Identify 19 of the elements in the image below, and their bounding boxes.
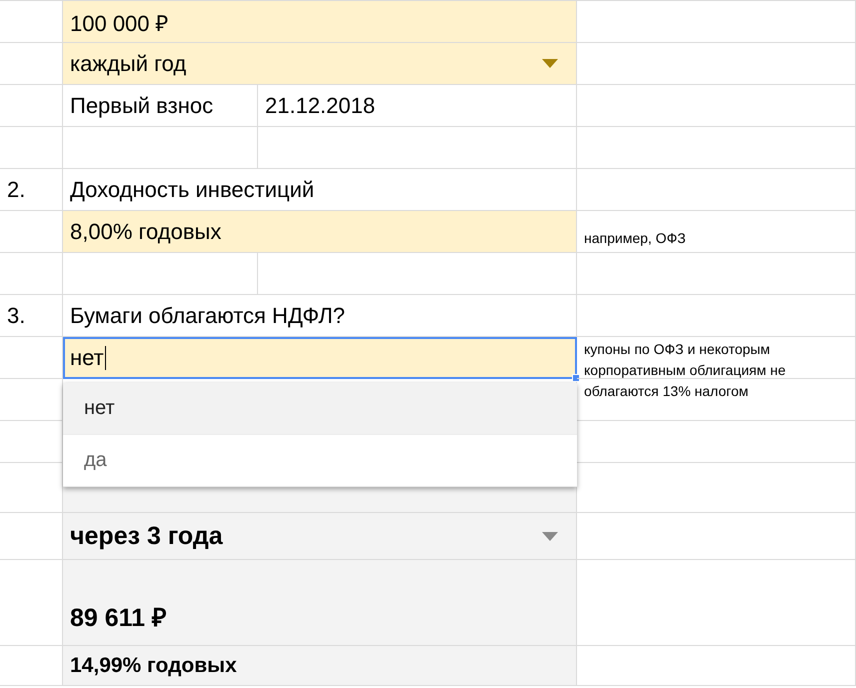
result-amount: 89 611 ₽ <box>70 603 168 633</box>
table-cell: Первый взнос <box>63 85 258 127</box>
note-text: купоны по ОФЗ и некоторым корпоративным облигациям не облагаются 13% налогом <box>584 340 787 401</box>
fill-handle[interactable] <box>572 374 580 382</box>
yield-cell[interactable]: 8,00% годовых <box>63 211 577 253</box>
date-cell: 21.12.2018 <box>258 85 577 127</box>
dropdown-arrow-icon[interactable] <box>542 532 558 540</box>
amount-cell[interactable]: 100 000 ₽ <box>63 1 577 43</box>
frequency-value: каждый год <box>70 50 186 76</box>
text-cursor <box>104 346 106 370</box>
dropdown-option[interactable]: да <box>63 435 577 487</box>
dropdown-arrow-icon[interactable] <box>542 59 558 68</box>
input-field[interactable]: нет <box>63 337 577 379</box>
period-value: через 3 года <box>70 522 223 550</box>
note-text: например, ОФЗ <box>584 230 686 246</box>
dropdown-option[interactable]: нет <box>63 383 577 435</box>
section-number: 3. <box>0 295 63 337</box>
section-number: 2. <box>0 169 63 211</box>
result-rate: 14,99% годовых <box>63 646 577 686</box>
